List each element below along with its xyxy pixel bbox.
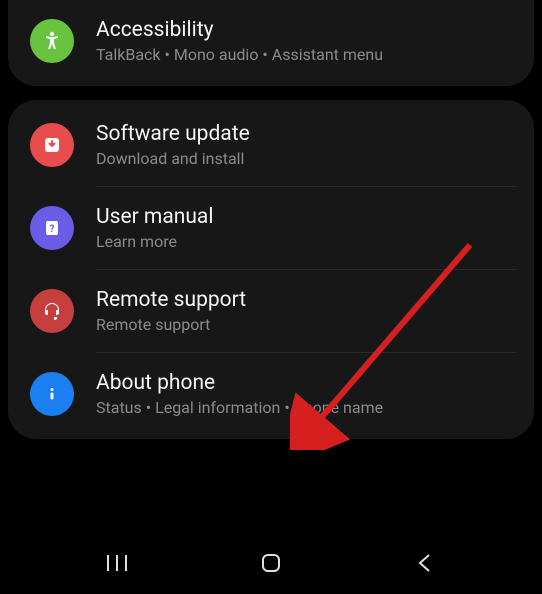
back-button[interactable] xyxy=(385,543,465,583)
item-subtitle: TalkBack • Mono audio • Assistant menu xyxy=(96,45,512,64)
item-text: About phone Status • Legal information •… xyxy=(96,371,512,417)
settings-group-2: Software update Download and install ? U… xyxy=(8,100,534,439)
svg-text:?: ? xyxy=(50,224,55,235)
navigation-bar xyxy=(0,532,542,594)
item-title: About phone xyxy=(96,371,512,395)
settings-item-software-update[interactable]: Software update Download and install xyxy=(8,104,534,186)
home-button[interactable] xyxy=(231,543,311,583)
settings-item-user-manual[interactable]: ? User manual Learn more xyxy=(8,187,534,269)
settings-item-about-phone[interactable]: About phone Status • Legal information •… xyxy=(8,353,534,435)
item-subtitle: Download and install xyxy=(96,149,512,168)
item-subtitle: Status • Legal information • Phone name xyxy=(96,398,512,417)
item-subtitle: Learn more xyxy=(96,232,512,251)
settings-group-1: Accessibility TalkBack • Mono audio • As… xyxy=(8,0,534,86)
headset-icon xyxy=(30,289,74,333)
item-text: User manual Learn more xyxy=(96,205,512,251)
item-text: Software update Download and install xyxy=(96,122,512,168)
item-title: Accessibility xyxy=(96,18,512,42)
item-title: User manual xyxy=(96,205,512,229)
item-text: Accessibility TalkBack • Mono audio • As… xyxy=(96,18,512,64)
item-subtitle: Remote support xyxy=(96,315,512,334)
item-text: Remote support Remote support xyxy=(96,288,512,334)
settings-item-remote-support[interactable]: Remote support Remote support xyxy=(8,270,534,352)
item-title: Remote support xyxy=(96,288,512,312)
item-title: Software update xyxy=(96,122,512,146)
manual-icon: ? xyxy=(30,206,74,250)
settings-item-accessibility[interactable]: Accessibility TalkBack • Mono audio • As… xyxy=(8,0,534,82)
recents-button[interactable] xyxy=(77,543,157,583)
download-icon xyxy=(30,123,74,167)
info-icon xyxy=(30,372,74,416)
accessibility-icon xyxy=(30,19,74,63)
